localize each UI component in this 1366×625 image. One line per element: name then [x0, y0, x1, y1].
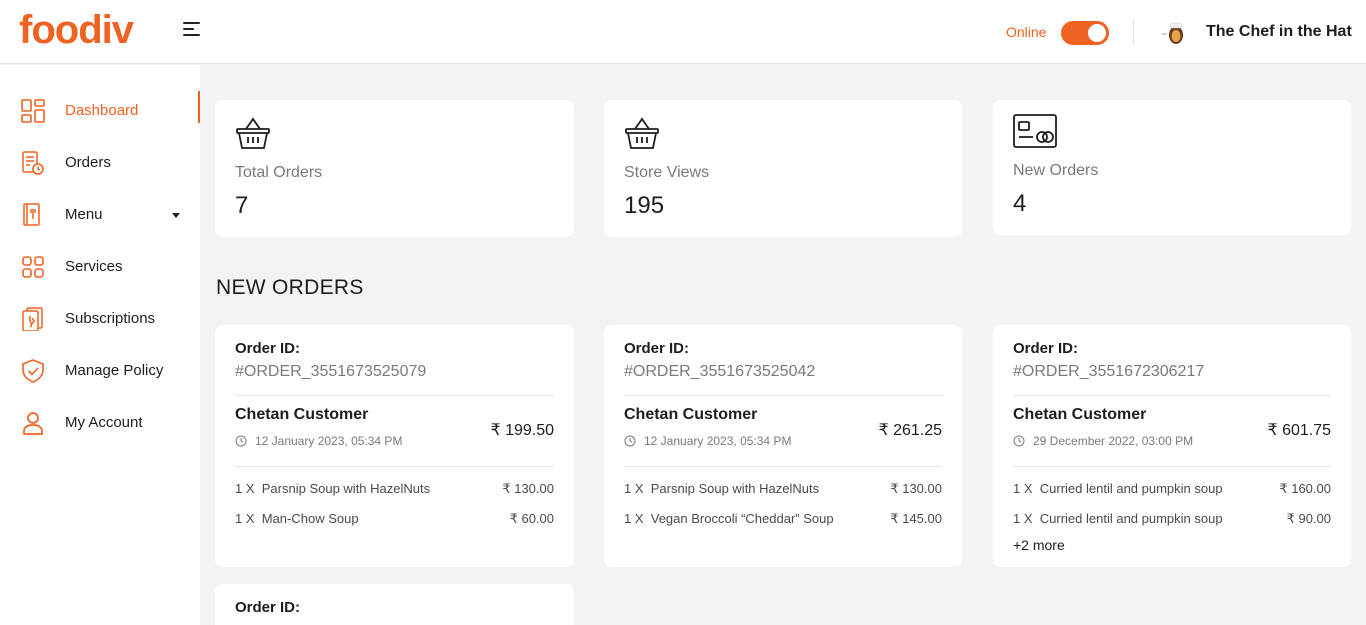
item-price: ₹ 145.00: [890, 511, 942, 526]
clock-icon: [235, 435, 247, 447]
user-icon: [23, 412, 43, 435]
more-items-link[interactable]: +2 more: [1013, 537, 1065, 553]
top-header: foodiv Online The Chef in the Hat: [0, 0, 1366, 64]
user-name[interactable]: The Chef in the Hat: [1206, 23, 1352, 41]
order-item: 1 X Curried lentil and pumpkin soup: [1013, 481, 1223, 496]
customer-name: Chetan Customer: [1013, 406, 1147, 423]
divider: [1013, 395, 1331, 396]
order-item: 1 X Parsnip Soup with HazelNuts: [235, 481, 431, 496]
toggle-knob: [1088, 24, 1106, 42]
customer-name: Chetan Customer: [624, 406, 758, 423]
divider: [624, 395, 942, 396]
order-id-label: Order ID:: [1013, 340, 1079, 357]
header-divider: [1133, 20, 1134, 44]
order-total: ₹ 261.25: [878, 422, 942, 439]
order-card[interactable]: Order ID: #ORDER_3551673525042 Chetan Cu…: [604, 325, 962, 567]
sidebar-item-subscriptions[interactable]: Subscriptions: [0, 299, 200, 339]
order-item: 1 X Curried lentil and pumpkin soup: [1013, 511, 1223, 526]
item-price: ₹ 130.00: [890, 481, 942, 496]
order-card[interactable]: Order ID: #ORDER_3551673525079 Chetan Cu…: [215, 325, 574, 567]
order-total: ₹ 199.50: [490, 422, 554, 439]
item-price: ₹ 160.00: [1279, 481, 1331, 496]
stat-value: 4: [1013, 190, 1027, 217]
order-card[interactable]: Order ID:: [215, 584, 574, 625]
divider: [235, 466, 554, 467]
stat-value: 195: [624, 192, 665, 219]
sidebar-item-label: Subscriptions: [65, 310, 156, 327]
order-card[interactable]: Order ID: #ORDER_3551672306217 Chetan Cu…: [993, 325, 1351, 567]
stat-card-total-orders: Total Orders 7: [215, 100, 574, 237]
order-total: ₹ 601.75: [1267, 422, 1331, 439]
stat-label: Store Views: [624, 164, 710, 181]
order-id-label: Order ID:: [235, 340, 301, 357]
shield-check-icon: [22, 359, 44, 383]
item-price: ₹ 130.00: [502, 481, 554, 496]
orders-icon: [22, 151, 44, 175]
divider: [235, 395, 554, 396]
clock-icon: [624, 435, 636, 447]
order-date: 12 January 2023, 05:34 PM: [644, 434, 792, 448]
menu-book-icon: [23, 203, 40, 226]
sidebar-item-orders[interactable]: Orders: [0, 143, 200, 183]
sidebar-item-my-account[interactable]: My Account: [0, 403, 200, 443]
order-id: #ORDER_3551672306217: [1013, 363, 1205, 380]
clock-icon: [1013, 435, 1025, 447]
order-id-label: Order ID:: [624, 340, 690, 357]
sidebar-item-services[interactable]: Services: [0, 247, 200, 287]
card-icon: [1013, 114, 1057, 148]
item-price: ₹ 90.00: [1286, 511, 1331, 526]
stat-value: 7: [235, 192, 249, 219]
chef-avatar-icon[interactable]: [1160, 19, 1188, 47]
sidebar-item-dashboard[interactable]: Dashboard: [0, 91, 200, 131]
stat-label: New Orders: [1013, 162, 1099, 179]
services-grid-icon: [22, 256, 44, 278]
chevron-down-icon[interactable]: [172, 213, 180, 218]
sidebar-item-label: Orders: [65, 154, 111, 171]
order-item: 1 X Man-Chow Soup: [235, 511, 359, 526]
sidebar: Dashboard Orders Menu Services Subscript…: [0, 65, 200, 625]
sidebar-item-manage-policy[interactable]: Manage Policy: [0, 351, 200, 391]
order-id: #ORDER_3551673525079: [235, 363, 427, 380]
item-price: ₹ 60.00: [509, 511, 554, 526]
basket-icon: [625, 117, 659, 149]
customer-name: Chetan Customer: [235, 406, 369, 423]
order-id-label: Order ID:: [235, 599, 301, 616]
subscriptions-icon: [22, 307, 43, 331]
brand-logo[interactable]: foodiv: [19, 8, 134, 53]
sidebar-item-label: My Account: [65, 414, 143, 431]
sidebar-item-label: Services: [65, 258, 123, 275]
order-date: 29 December 2022, 03:00 PM: [1033, 434, 1194, 448]
order-item: 1 X Vegan Broccoli “Cheddar” Soup: [624, 511, 834, 526]
sidebar-item-label: Manage Policy: [65, 362, 164, 379]
order-date: 12 January 2023, 05:34 PM: [255, 434, 403, 448]
hamburger-icon[interactable]: [183, 22, 201, 38]
sidebar-item-label: Menu: [65, 206, 103, 223]
sidebar-item-menu[interactable]: Menu: [0, 195, 200, 235]
new-orders-heading: NEW ORDERS: [216, 276, 364, 299]
divider: [624, 466, 942, 467]
stat-card-new-orders: New Orders 4: [993, 100, 1351, 235]
order-id: #ORDER_3551673525042: [624, 363, 816, 380]
divider: [1013, 466, 1331, 467]
basket-icon: [236, 117, 270, 149]
dashboard-icon: [21, 99, 45, 123]
stat-card-store-views: Store Views 195: [604, 100, 962, 237]
order-item: 1 X Parsnip Soup with HazelNuts: [624, 481, 820, 496]
online-status-label: Online: [1006, 24, 1047, 40]
sidebar-item-label: Dashboard: [65, 102, 139, 119]
online-toggle[interactable]: [1061, 21, 1109, 45]
stat-label: Total Orders: [235, 164, 323, 181]
